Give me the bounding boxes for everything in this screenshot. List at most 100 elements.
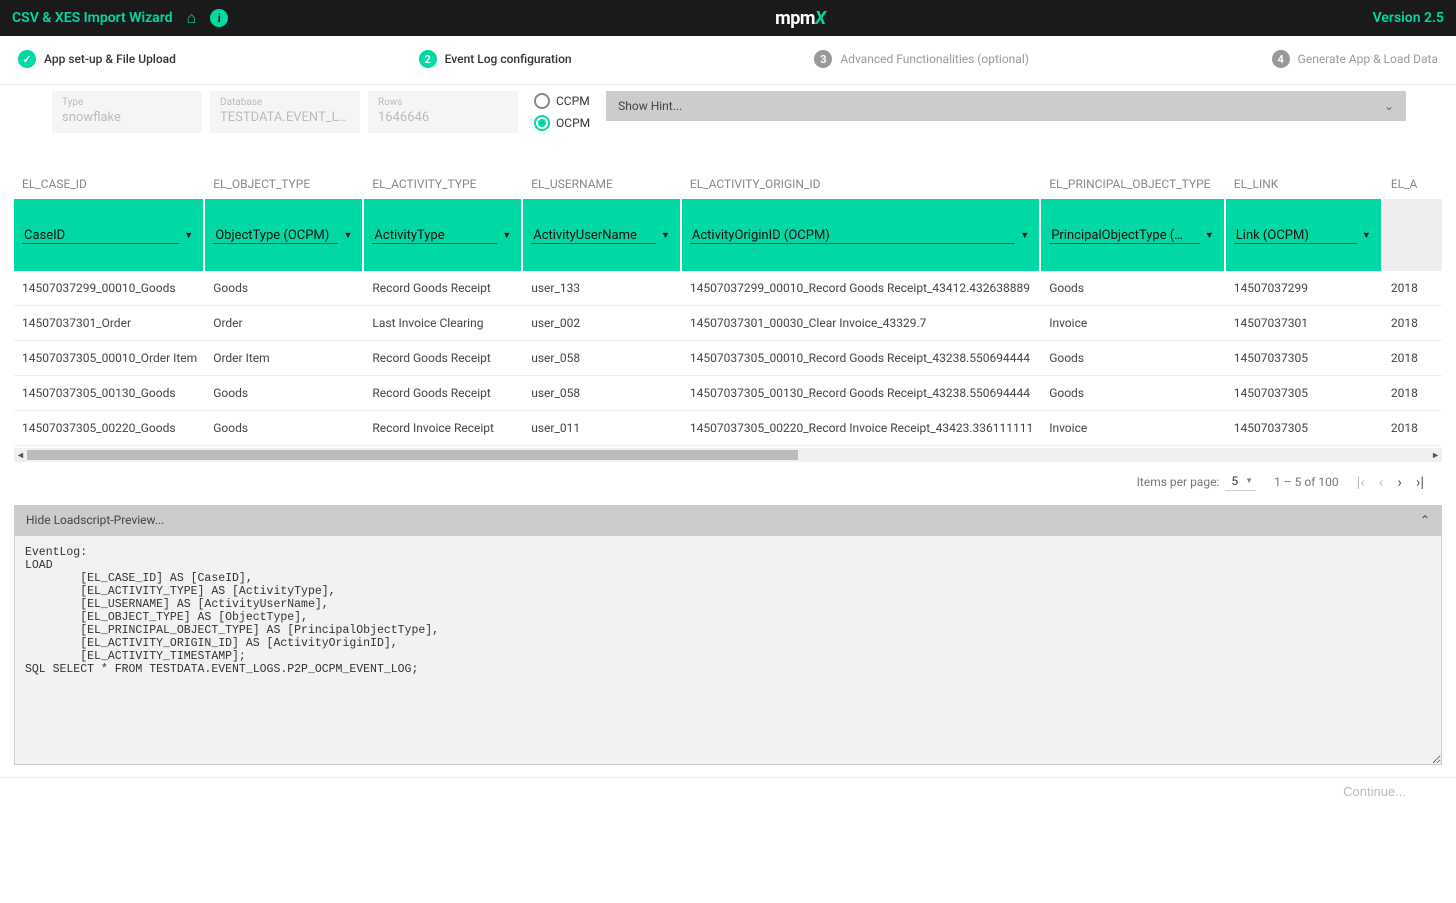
dropdown-arrow-icon: ▼ [502, 230, 511, 241]
scroll-left-icon[interactable]: ◄ [16, 450, 25, 461]
table-cell: 14507037305_00010_Record Goods Receipt_4… [682, 341, 1041, 376]
rows-field: Rows 1646646 [368, 91, 518, 133]
column-mapping-select[interactable]: CaseID▼ [14, 199, 205, 271]
dropdown-arrow-icon: ▼ [661, 230, 670, 241]
show-hint-panel[interactable]: Show Hint... ⌄ [606, 91, 1406, 121]
mapping-table: EL_CASE_IDEL_OBJECT_TYPEEL_ACTIVITY_TYPE… [14, 147, 1442, 446]
topbar-left: CSV & XES Import Wizard ⌂ i [12, 8, 228, 28]
column-mapping-select[interactable]: ActivityType▼ [364, 199, 523, 271]
scroll-right-icon[interactable]: ► [1431, 450, 1440, 461]
continue-button[interactable]: Continue... [1343, 784, 1406, 799]
step-4-label: Generate App & Load Data [1298, 52, 1438, 66]
type-field: Type snowflake [52, 91, 202, 133]
per-page-select[interactable]: 5 [1225, 472, 1256, 491]
table-cell: user_011 [523, 411, 682, 446]
table-cell: 2018 [1383, 411, 1442, 446]
dropdown-arrow-icon: ▼ [1020, 230, 1029, 241]
items-per-page: Items per page: 5 [1137, 472, 1256, 491]
column-mapping-select[interactable]: ObjectType (OCPM)▼ [205, 199, 364, 271]
step-4[interactable]: 4Generate App & Load Data [1272, 50, 1438, 68]
table-cell: 14507037305 [1226, 411, 1383, 446]
scroll-thumb[interactable] [27, 450, 798, 460]
table-cell: Goods [205, 411, 364, 446]
info-icon[interactable]: i [210, 9, 228, 27]
table-cell: user_058 [523, 376, 682, 411]
page-nav: |‹ ‹ › ›| [1357, 473, 1424, 491]
table-cell: Goods [1041, 271, 1226, 306]
rows-label: Rows [378, 97, 508, 108]
column-mapping-select[interactable]: ActivityOriginID (OCPM)▼ [682, 199, 1041, 271]
table-cell: Invoice [1041, 411, 1226, 446]
table-cell: 14507037305_00220_Goods [14, 411, 205, 446]
table-cell: Record Goods Receipt [364, 341, 523, 376]
table-cell: Goods [1041, 341, 1226, 376]
radio-ccpm[interactable]: CCPM [534, 93, 590, 109]
table-row: 14507037305_00010_Order ItemOrder ItemRe… [14, 341, 1442, 376]
column-mapping-select[interactable]: PrincipalObjectType (…▼ [1041, 199, 1226, 271]
loadscript-body[interactable]: EventLog: LOAD [EL_CASE_ID] AS [CaseID],… [14, 535, 1442, 765]
step-3[interactable]: 3Advanced Functionalities (optional) [814, 50, 1029, 68]
config-row: Type snowflake Database TESTDATA.EVENT_L… [0, 85, 1456, 147]
source-column-header: EL_ACTIVITY_ORIGIN_ID [682, 147, 1041, 199]
table-cell: user_133 [523, 271, 682, 306]
horizontal-scrollbar[interactable]: ◄ ► [14, 448, 1442, 462]
column-mapping-select[interactable] [1383, 199, 1442, 271]
version-label: Version 2.5 [1373, 10, 1444, 26]
database-label: Database [220, 97, 350, 108]
step-1[interactable]: App set-up & File Upload [18, 50, 176, 68]
next-page-icon[interactable]: › [1397, 473, 1402, 491]
table-cell: 14507037305 [1226, 341, 1383, 376]
table-cell: Record Invoice Receipt [364, 411, 523, 446]
chevron-down-icon: ⌄ [1384, 99, 1394, 113]
database-value: TESTDATA.EVENT_LOGS. [220, 110, 350, 125]
last-page-icon[interactable]: ›| [1416, 473, 1424, 491]
table-cell: 14507037301_Order [14, 306, 205, 341]
step-3-label: Advanced Functionalities (optional) [840, 52, 1029, 66]
loadscript-header[interactable]: Hide Loadscript-Preview... ⌃ [14, 505, 1442, 535]
loadscript-panel: Hide Loadscript-Preview... ⌃ EventLog: L… [14, 505, 1442, 765]
table-cell: Record Goods Receipt [364, 271, 523, 306]
first-page-icon[interactable]: |‹ [1357, 473, 1365, 491]
radio-ocpm-label: OCPM [556, 116, 590, 130]
logo: mpmX [775, 8, 825, 29]
table-cell: Goods [205, 376, 364, 411]
table-cell: 14507037305_00010_Order Item [14, 341, 205, 376]
table-cell: user_058 [523, 341, 682, 376]
table-cell: 2018 [1383, 306, 1442, 341]
step-1-label: App set-up & File Upload [44, 52, 176, 66]
source-column-header: EL_ACTIVITY_TYPE [364, 147, 523, 199]
source-column-header: EL_LINK [1226, 147, 1383, 199]
column-mapping-select[interactable]: Link (OCPM)▼ [1226, 199, 1383, 271]
source-column-header: EL_USERNAME [523, 147, 682, 199]
topbar: CSV & XES Import Wizard ⌂ i mpmX Version… [0, 0, 1456, 36]
table-row: 14507037305_00130_GoodsGoodsRecord Goods… [14, 376, 1442, 411]
app-title: CSV & XES Import Wizard [12, 10, 173, 26]
table-cell: 2018 [1383, 271, 1442, 306]
table-cell: 14507037305 [1226, 376, 1383, 411]
loadscript-title: Hide Loadscript-Preview... [26, 513, 164, 527]
table-cell: user_002 [523, 306, 682, 341]
footer: Continue... [0, 777, 1456, 811]
column-mapping-select[interactable]: ActivityUserName▼ [523, 199, 682, 271]
home-icon[interactable]: ⌂ [187, 8, 197, 28]
table-cell: Order Item [205, 341, 364, 376]
dropdown-arrow-icon: ▼ [1362, 230, 1371, 241]
table-cell: Goods [205, 271, 364, 306]
table-cell: Record Goods Receipt [364, 376, 523, 411]
table-cell: 2018 [1383, 341, 1442, 376]
prev-page-icon[interactable]: ‹ [1379, 473, 1384, 491]
chevron-up-icon: ⌃ [1420, 513, 1430, 527]
mapping-table-wrap: EL_CASE_IDEL_OBJECT_TYPEEL_ACTIVITY_TYPE… [0, 147, 1456, 505]
step-2[interactable]: 2Event Log configuration [419, 50, 572, 68]
paginator: Items per page: 5 1 – 5 of 100 |‹ ‹ › ›| [14, 462, 1442, 505]
table-cell: 14507037301_00030_Clear Invoice_43329.7 [682, 306, 1041, 341]
source-column-header: EL_CASE_ID [14, 147, 205, 199]
table-cell: 14507037299_00010_Goods [14, 271, 205, 306]
scroll-track[interactable] [27, 450, 1429, 460]
table-cell: Last Invoice Clearing [364, 306, 523, 341]
table-cell: 14507037305_00130_Record Goods Receipt_4… [682, 376, 1041, 411]
step-2-label: Event Log configuration [445, 52, 572, 66]
type-label: Type [62, 97, 192, 108]
radio-ocpm[interactable]: OCPM [534, 115, 590, 131]
table-scroll[interactable]: EL_CASE_IDEL_OBJECT_TYPEEL_ACTIVITY_TYPE… [14, 147, 1442, 446]
